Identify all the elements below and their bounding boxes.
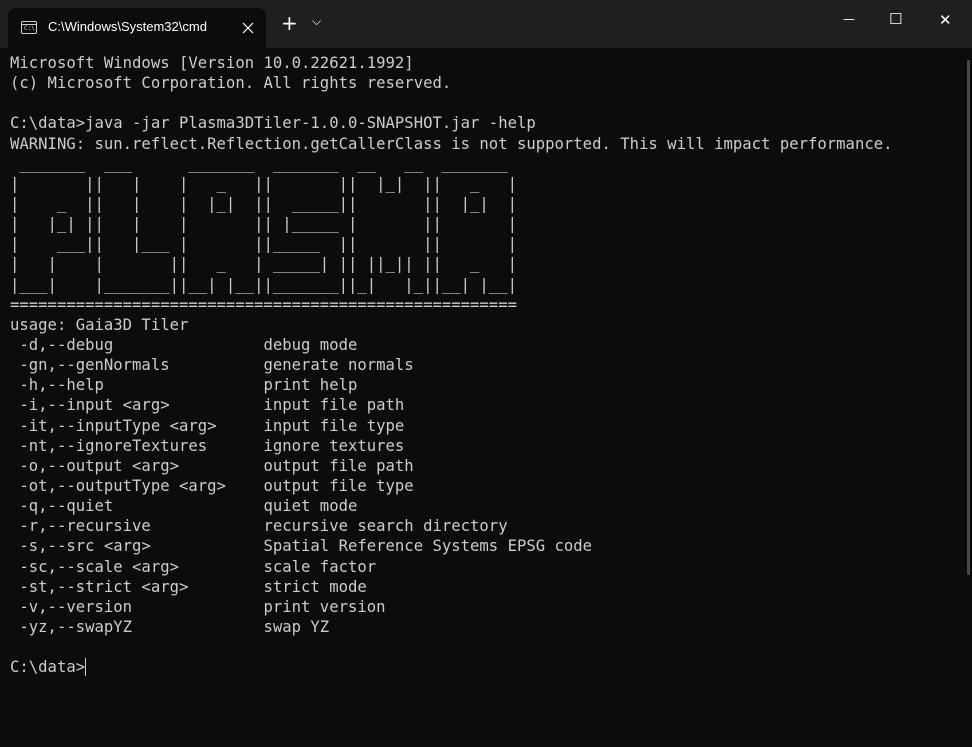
output-line: | || | | _ || || |_| || _ | bbox=[10, 174, 517, 193]
terminal-window: C:\ C:\Windows\System32\cmd + ⌵ — ☐ ✕ Mi… bbox=[0, 0, 972, 747]
output-line: -v,--version print version bbox=[10, 597, 386, 616]
output-line: | _ || | | |_| || _____|| || |_| | bbox=[10, 194, 517, 213]
output-line: -gn,--genNormals generate normals bbox=[10, 356, 414, 375]
output-line: C:\data>java -jar Plasma3DTiler-1.0.0-SN… bbox=[10, 114, 536, 133]
minimize-icon: — bbox=[843, 12, 855, 26]
output-line: -sc,--scale <arg> scale factor bbox=[10, 557, 377, 576]
output-line: ========================================… bbox=[10, 295, 517, 314]
output-line: | |_| || | | || |_____ | || | bbox=[10, 215, 517, 234]
output-line: WARNING: sun.reflect.Reflection.getCalle… bbox=[10, 134, 893, 153]
output-line: -d,--debug debug mode bbox=[10, 335, 358, 354]
output-line: -o,--output <arg> output file path bbox=[10, 456, 414, 475]
prompt-text: C:\data> bbox=[10, 658, 86, 677]
output-line: -it,--inputType <arg> input file type bbox=[10, 416, 405, 435]
output-line: |___| |_______||__| |__||_______||_| |_|… bbox=[10, 275, 517, 294]
tab-title: C:\Windows\System32\cmd bbox=[48, 19, 207, 34]
terminal-icon: C:\ bbox=[21, 21, 37, 34]
output-line: _______ ___ _______ _______ __ __ ______… bbox=[10, 154, 517, 173]
tab-cmd[interactable]: C:\ C:\Windows\System32\cmd bbox=[8, 8, 266, 48]
terminal-output[interactable]: Microsoft Windows [Version 10.0.22621.19… bbox=[10, 53, 950, 743]
output-line: Microsoft Windows [Version 10.0.22621.19… bbox=[10, 54, 414, 72]
output-line: usage: Gaia3D Tiler bbox=[10, 315, 189, 334]
close-icon[interactable] bbox=[238, 18, 258, 38]
title-bar[interactable]: C:\ C:\Windows\System32\cmd + ⌵ — ☐ ✕ bbox=[0, 0, 972, 48]
output-line: -ot,--outputType <arg> output file type bbox=[10, 476, 414, 495]
output-line: -nt,--ignoreTextures ignore textures bbox=[10, 436, 405, 455]
scrollbar[interactable] bbox=[967, 60, 970, 575]
output-line: -q,--quiet quiet mode bbox=[10, 497, 358, 516]
output-line: (c) Microsoft Corporation. All rights re… bbox=[10, 74, 452, 93]
output-line: | | | || _ | _____| || ||_|| || _ | bbox=[10, 255, 517, 274]
minimize-button[interactable]: — bbox=[826, 0, 874, 44]
maximize-button[interactable]: ☐ bbox=[874, 0, 922, 44]
chevron-down-icon[interactable]: ⌵ bbox=[312, 14, 321, 29]
prompt-line[interactable]: C:\data> bbox=[10, 657, 950, 677]
plus-icon[interactable]: + bbox=[281, 11, 298, 35]
output-line: | ___|| |___ | ||_____ || || | bbox=[10, 235, 517, 254]
output-line: -st,--strict <arg> strict mode bbox=[10, 577, 367, 596]
output-line: -h,--help print help bbox=[10, 376, 358, 395]
maximize-icon: ☐ bbox=[889, 10, 903, 28]
text-cursor bbox=[85, 658, 87, 677]
output-line: -i,--input <arg> input file path bbox=[10, 396, 405, 415]
close-window-button[interactable]: ✕ bbox=[922, 0, 970, 44]
output-line: -r,--recursive recursive search director… bbox=[10, 517, 508, 536]
close-window-icon: ✕ bbox=[939, 11, 952, 29]
output-line: -s,--src <arg> Spatial Reference Systems… bbox=[10, 537, 593, 556]
output-line: -yz,--swapYZ swap YZ bbox=[10, 617, 330, 636]
output-lines: Microsoft Windows [Version 10.0.22621.19… bbox=[10, 53, 950, 657]
